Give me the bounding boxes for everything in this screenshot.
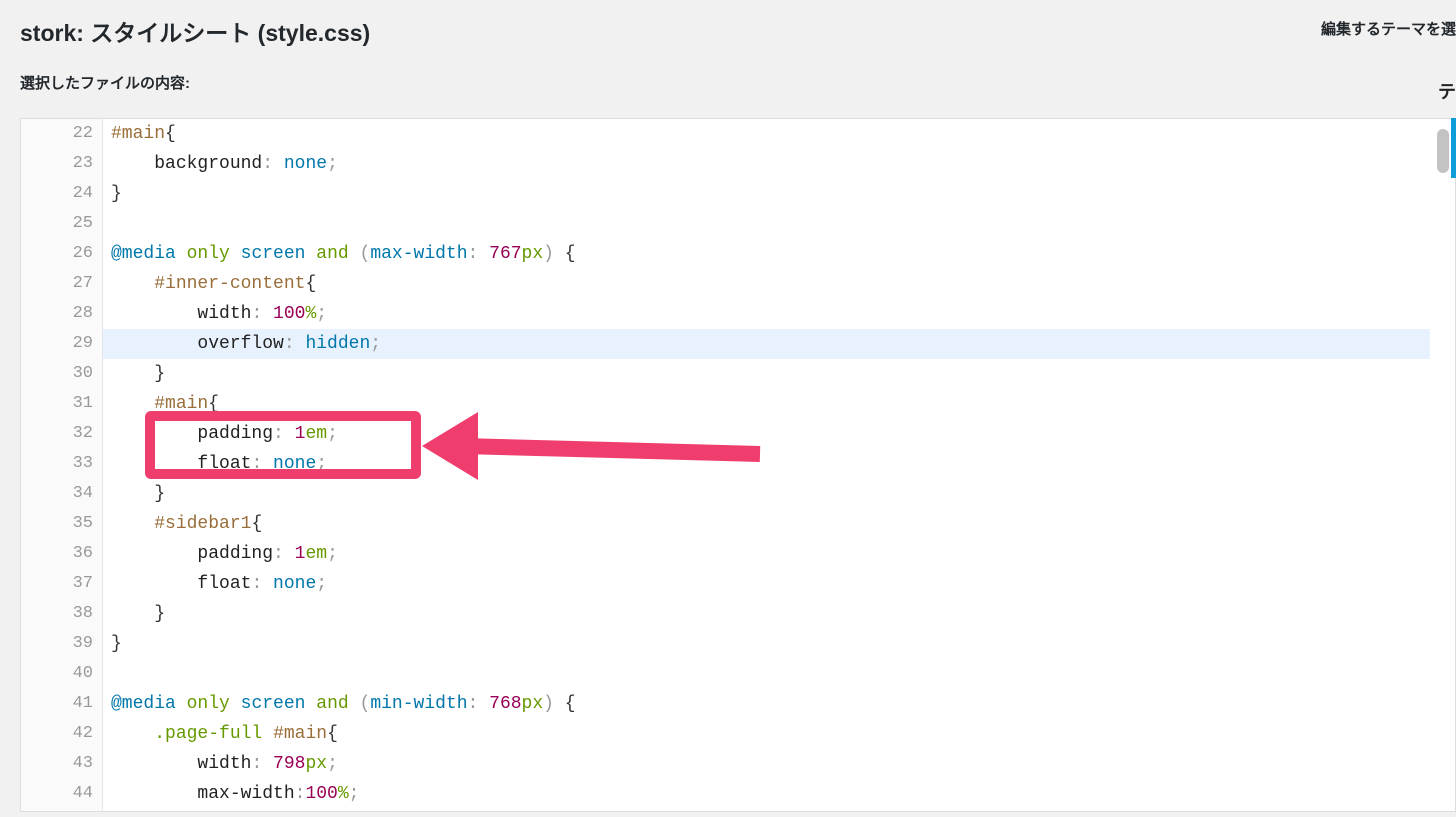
file-contents-label: 選択したファイルの内容: bbox=[0, 54, 1456, 103]
line-number: 27 bbox=[21, 269, 93, 299]
scrollbar-track[interactable] bbox=[1435, 125, 1451, 811]
code-line[interactable]: background: none; bbox=[103, 149, 1430, 179]
right-panel-accent bbox=[1451, 118, 1456, 178]
code-line[interactable] bbox=[103, 659, 1430, 689]
line-number: 42 bbox=[21, 719, 93, 749]
page-root: stork: スタイルシート (style.css) 編集するテーマを選 選択し… bbox=[0, 0, 1456, 817]
line-number: 43 bbox=[21, 749, 93, 779]
code-editor[interactable]: 2223242526272829303132333435363738394041… bbox=[20, 118, 1456, 812]
line-number: 24 bbox=[21, 179, 93, 209]
line-number: 30 bbox=[21, 359, 93, 389]
code-line[interactable]: float: none; bbox=[103, 569, 1430, 599]
line-number-gutter: 2223242526272829303132333435363738394041… bbox=[21, 119, 103, 811]
line-number: 35 bbox=[21, 509, 93, 539]
line-number: 36 bbox=[21, 539, 93, 569]
line-number: 23 bbox=[21, 149, 93, 179]
code-line[interactable]: width: 798px; bbox=[103, 749, 1430, 779]
code-line[interactable] bbox=[103, 209, 1430, 239]
line-number: 33 bbox=[21, 449, 93, 479]
code-line[interactable]: max-width:100%; bbox=[103, 779, 1430, 809]
line-number: 37 bbox=[21, 569, 93, 599]
code-content[interactable]: #main{ background: none;} @media only scr… bbox=[103, 119, 1430, 811]
line-number: 28 bbox=[21, 299, 93, 329]
line-number: 26 bbox=[21, 239, 93, 269]
theme-selector-label: 編集するテーマを選 bbox=[1321, 18, 1456, 39]
line-number: 38 bbox=[21, 599, 93, 629]
line-number: 32 bbox=[21, 419, 93, 449]
line-number: 39 bbox=[21, 629, 93, 659]
page-header: stork: スタイルシート (style.css) bbox=[0, 0, 1456, 54]
code-editor-viewport[interactable]: 2223242526272829303132333435363738394041… bbox=[21, 119, 1430, 811]
scrollbar-thumb[interactable] bbox=[1437, 129, 1449, 173]
page-title: stork: スタイルシート (style.css) bbox=[20, 14, 1436, 48]
code-line[interactable]: padding: 1em; bbox=[103, 539, 1430, 569]
code-line[interactable]: #main{ bbox=[103, 389, 1430, 419]
line-number: 40 bbox=[21, 659, 93, 689]
code-line[interactable]: width: 100%; bbox=[103, 299, 1430, 329]
code-line[interactable]: @media only screen and (min-width: 768px… bbox=[103, 689, 1430, 719]
line-number: 29 bbox=[21, 329, 93, 359]
code-line[interactable]: } bbox=[103, 179, 1430, 209]
code-line[interactable]: } bbox=[103, 479, 1430, 509]
code-line[interactable]: } bbox=[103, 629, 1430, 659]
line-number: 22 bbox=[21, 119, 93, 149]
code-line[interactable]: overflow: hidden; bbox=[103, 329, 1430, 359]
line-number: 31 bbox=[21, 389, 93, 419]
code-line[interactable]: } bbox=[103, 599, 1430, 629]
code-line[interactable]: float: none; bbox=[103, 449, 1430, 479]
code-line[interactable]: @media only screen and (max-width: 767px… bbox=[103, 239, 1430, 269]
line-number: 44 bbox=[21, 779, 93, 809]
side-panel-glyph: テ bbox=[1438, 78, 1456, 104]
code-line[interactable]: #main{ bbox=[103, 119, 1430, 149]
code-line[interactable]: .page-full #main{ bbox=[103, 719, 1430, 749]
line-number: 25 bbox=[21, 209, 93, 239]
code-line[interactable]: } bbox=[103, 359, 1430, 389]
code-line[interactable]: #inner-content{ bbox=[103, 269, 1430, 299]
line-number: 34 bbox=[21, 479, 93, 509]
code-line[interactable]: padding: 1em; bbox=[103, 419, 1430, 449]
code-line[interactable]: #sidebar1{ bbox=[103, 509, 1430, 539]
line-number: 41 bbox=[21, 689, 93, 719]
